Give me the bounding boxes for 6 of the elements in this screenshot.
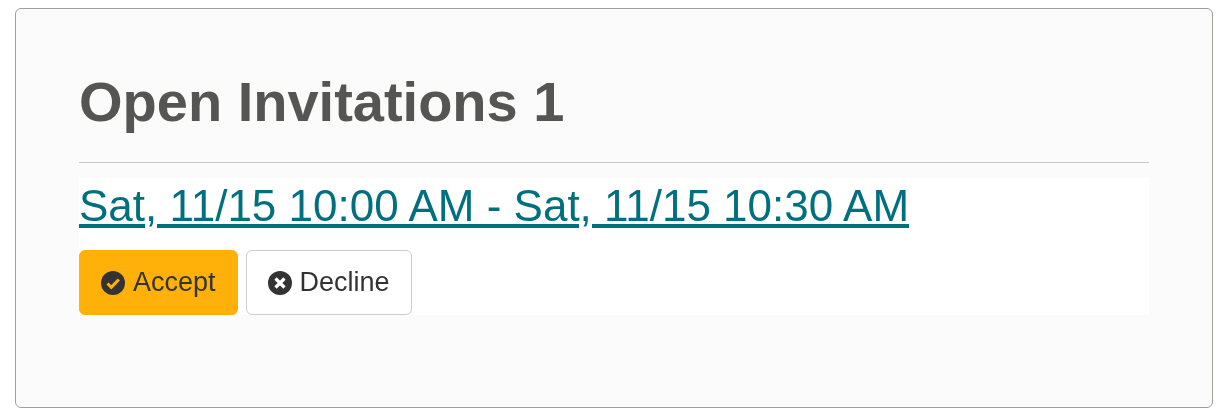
- decline-button[interactable]: Decline: [245, 250, 412, 315]
- check-circle-icon: [101, 270, 125, 295]
- close-circle-icon: [267, 270, 292, 295]
- section-heading: Open Invitations 1: [79, 70, 566, 134]
- accept-button[interactable]: Accept: [79, 250, 238, 315]
- time-range-link[interactable]: Sat, 11/15 10:00 AM - Sat, 11/15 10:30 AM: [79, 181, 910, 230]
